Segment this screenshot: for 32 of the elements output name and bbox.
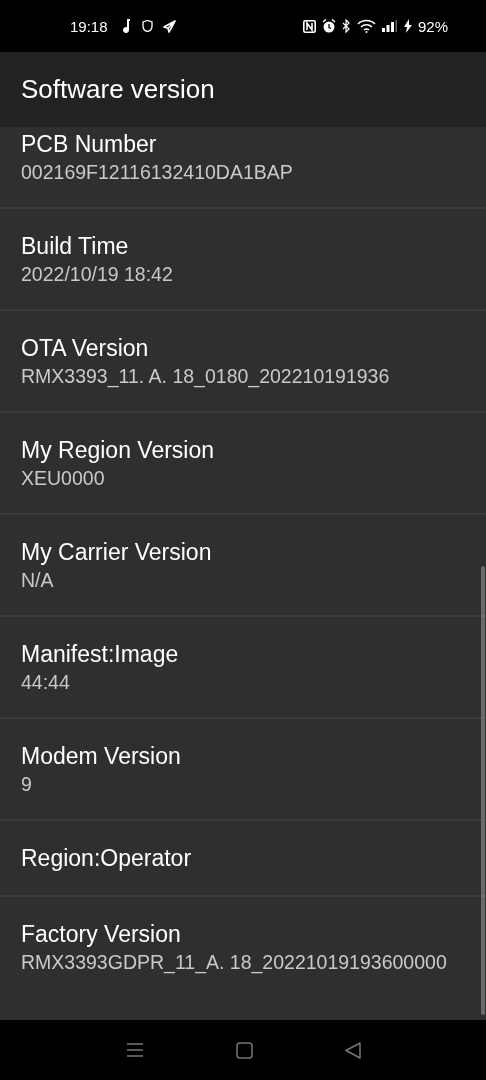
shield-icon: [141, 20, 153, 32]
item-title: My Carrier Version: [21, 538, 213, 567]
item-title: Factory Version: [21, 920, 182, 949]
item-title: Modem Version: [21, 742, 182, 771]
send-icon: [162, 19, 176, 33]
charging-bolt-icon: [403, 19, 412, 33]
item-value: XEU0000: [21, 466, 106, 491]
home-icon[interactable]: [235, 1041, 253, 1059]
item-title: Manifest:Image: [21, 640, 180, 669]
item-title: OTA Version: [21, 334, 150, 363]
item-value: 2022/10/19 18:42: [21, 262, 174, 287]
alarm-icon: [321, 19, 336, 33]
nfc-icon: [302, 19, 316, 33]
wifi-icon: [356, 19, 376, 33]
back-icon[interactable]: [344, 1041, 361, 1059]
item-value: RMX3393_11. A. 18_0180_202210191936: [21, 364, 391, 389]
item-value: N/A: [21, 568, 55, 593]
item-value: 9: [21, 772, 33, 797]
item-title: My Region Version: [21, 436, 216, 465]
bluetooth-icon: [341, 19, 351, 33]
item-title: Region:Operator: [21, 844, 193, 873]
item-value: 002169F12116132410DA1BAP: [21, 160, 294, 185]
music-note-icon: [121, 19, 132, 33]
battery-percent: 92%: [417, 17, 448, 35]
signal-icon: [381, 20, 398, 32]
page-title: Software version: [21, 74, 215, 105]
item-value: RMX3393GDPR_11_A. 18_20221019193600000: [21, 950, 448, 975]
item-title: Build Time: [21, 232, 130, 261]
item-title: PCB Number: [21, 130, 158, 159]
status-time: 19:18: [70, 17, 108, 35]
menu-icon[interactable]: [125, 1042, 144, 1058]
item-value: 44:44: [21, 670, 71, 695]
